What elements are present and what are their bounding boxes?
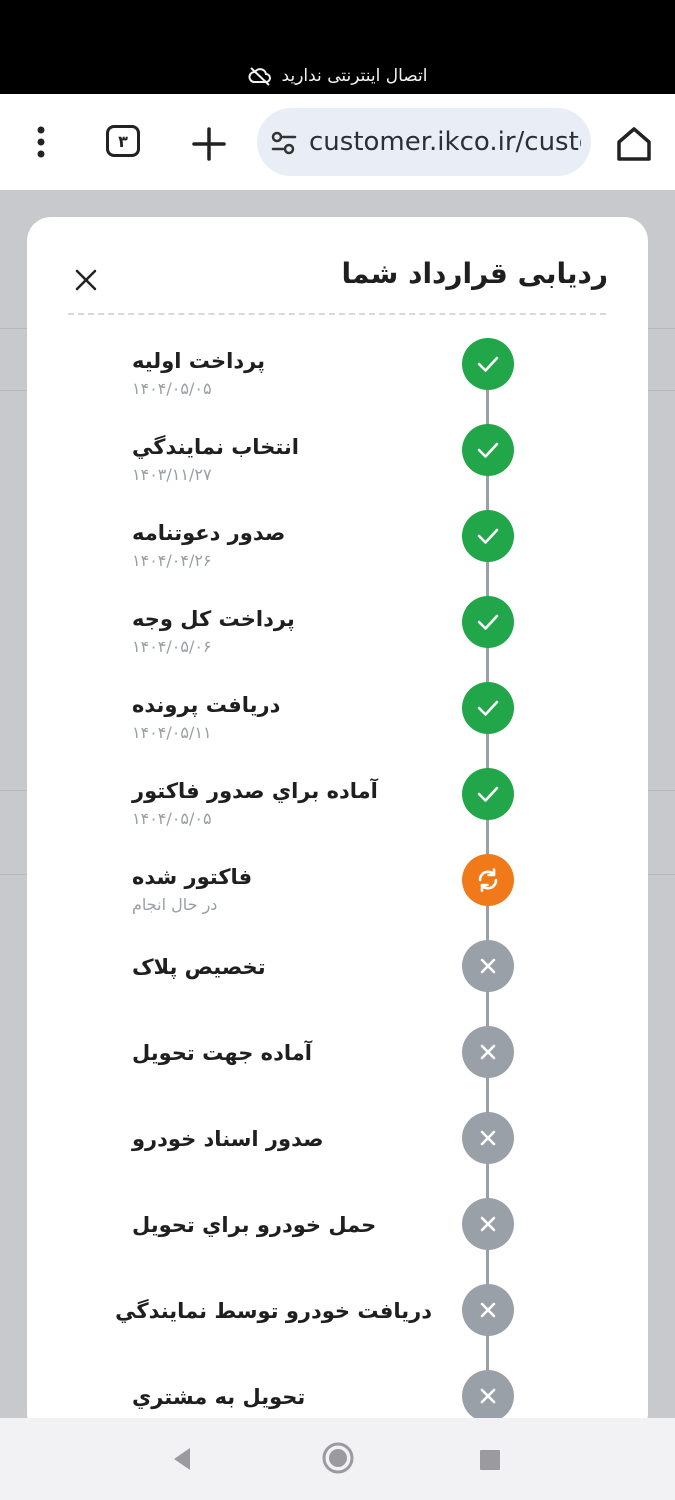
status-text: اتصال اینترنتی ندارید <box>281 66 428 86</box>
step-text: دریافت خودرو توسط نمايندگي <box>115 1294 432 1328</box>
timeline-step: پرداخت اولیه ۱۴۰۴/۰۵/۰۵ <box>27 338 648 424</box>
check-icon <box>477 528 499 544</box>
address-bar[interactable]: customer.ikco.ir/custo <box>257 108 591 176</box>
tab-switcher-button[interactable]: ۳ <box>106 125 140 157</box>
check-icon <box>477 786 499 802</box>
more-menu-button[interactable] <box>30 124 52 160</box>
x-icon <box>480 1044 496 1060</box>
step-status-done <box>462 596 514 648</box>
check-icon <box>477 700 499 716</box>
title-divider <box>68 313 606 315</box>
step-status-pending <box>462 1112 514 1164</box>
timeline-step: فاکتور شده در حال انجام <box>27 854 648 940</box>
step-status-done <box>462 768 514 820</box>
timeline-step: آماده جهت تحويل <box>27 1026 648 1112</box>
x-icon <box>480 1216 496 1232</box>
system-nav-bar <box>0 1418 675 1500</box>
timeline-step: حمل خودرو براي تحويل <box>27 1198 648 1284</box>
step-text: صدور اسناد خودرو <box>132 1122 432 1156</box>
step-date: ۱۴۰۴/۰۵/۰۶ <box>132 637 212 656</box>
step-text: دریافت پرونده ۱۴۰۴/۰۵/۱۱ <box>132 688 432 744</box>
close-button[interactable] <box>73 267 99 293</box>
timeline-step: دریافت خودرو توسط نمايندگي <box>27 1284 648 1370</box>
step-status-pending <box>462 1026 514 1078</box>
step-status-pending <box>462 1370 514 1422</box>
check-icon <box>477 614 499 630</box>
step-title: صدور اسناد خودرو <box>132 1127 324 1151</box>
tab-count: ۳ <box>118 131 128 151</box>
step-title: فاکتور شده <box>132 865 253 889</box>
check-icon <box>477 442 499 458</box>
check-icon <box>477 356 499 372</box>
step-title: آماده براي صدور فاکتور <box>132 779 378 803</box>
step-title: تخصیص پلاک <box>132 955 266 979</box>
url-text[interactable]: customer.ikco.ir/custo <box>309 108 581 176</box>
contract-tracking-modal: ردیابی قرارداد شما پرداخت اولیه ۱۴۰۴/۰۵/۰… <box>27 217 648 1437</box>
home-button[interactable] <box>612 122 656 166</box>
home-icon <box>617 127 651 161</box>
step-date: در حال انجام <box>132 895 218 914</box>
step-date: ۱۴۰۴/۰۵/۱۱ <box>132 723 212 742</box>
step-text: پرداخت کل وجه ۱۴۰۴/۰۵/۰۶ <box>132 602 432 658</box>
step-text: صدور دعوتنامه ۱۴۰۴/۰۴/۲۶ <box>132 516 432 572</box>
step-text: آماده براي صدور فاکتور ۱۴۰۴/۰۵/۰۵ <box>132 774 432 830</box>
step-status-pending <box>462 940 514 992</box>
step-date: ۱۴۰۴/۰۴/۲۶ <box>132 551 212 570</box>
cloud-off-icon <box>248 67 271 86</box>
step-title: دریافت خودرو توسط نمايندگي <box>115 1299 432 1323</box>
timeline-step: تخصیص پلاک <box>27 940 648 1026</box>
step-title: پرداخت اولیه <box>132 349 266 373</box>
recents-icon[interactable] <box>480 1450 500 1470</box>
back-icon[interactable] <box>170 1446 194 1472</box>
x-icon <box>480 1130 496 1146</box>
step-text: تحويل به مشتري <box>132 1380 432 1414</box>
step-status-pending <box>462 1284 514 1336</box>
step-date: ۱۴۰۴/۰۵/۰۵ <box>132 809 212 828</box>
step-text: پرداخت اولیه ۱۴۰۴/۰۵/۰۵ <box>132 344 432 400</box>
close-icon <box>75 269 97 291</box>
step-status-done <box>462 510 514 562</box>
step-date: ۱۴۰۳/۱۱/۲۷ <box>132 465 212 484</box>
step-status-done <box>462 424 514 476</box>
step-title: تحويل به مشتري <box>132 1385 306 1409</box>
timeline-step: دریافت پرونده ۱۴۰۴/۰۵/۱۱ <box>27 682 648 768</box>
browser-toolbar: ۳ customer.ikco.ir/custo <box>0 94 675 190</box>
connection-status: اتصال اینترنتی ندارید <box>0 62 675 90</box>
step-status-done <box>462 338 514 390</box>
step-title: حمل خودرو براي تحويل <box>132 1213 377 1237</box>
step-status-in-progress <box>462 854 514 906</box>
timeline-step: پرداخت کل وجه ۱۴۰۴/۰۵/۰۶ <box>27 596 648 682</box>
step-text: آماده جهت تحويل <box>132 1036 432 1070</box>
timeline-step: آماده براي صدور فاکتور ۱۴۰۴/۰۵/۰۵ <box>27 768 648 854</box>
step-text: انتخاب نمايندگي ۱۴۰۳/۱۱/۲۷ <box>132 430 432 486</box>
sync-icon <box>478 868 498 892</box>
status-bar: اتصال اینترنتی ندارید <box>0 0 675 94</box>
timeline-step: انتخاب نمايندگي ۱۴۰۳/۱۱/۲۷ <box>27 424 648 510</box>
step-text: تخصیص پلاک <box>132 950 432 984</box>
x-icon <box>480 1388 496 1404</box>
x-icon <box>480 958 496 974</box>
site-settings-icon[interactable] <box>269 128 299 158</box>
step-date: ۱۴۰۴/۰۵/۰۵ <box>132 379 212 398</box>
step-text: فاکتور شده در حال انجام <box>132 860 432 916</box>
step-title: صدور دعوتنامه <box>132 521 286 545</box>
step-title: دریافت پرونده <box>132 693 281 717</box>
step-status-done <box>462 682 514 734</box>
step-title: انتخاب نمايندگي <box>132 435 299 459</box>
timeline-step: صدور اسناد خودرو <box>27 1112 648 1198</box>
step-status-pending <box>462 1198 514 1250</box>
more-vert-icon <box>37 126 45 158</box>
step-text: حمل خودرو براي تحويل <box>132 1208 432 1242</box>
new-tab-button[interactable] <box>188 123 230 165</box>
timeline-step: صدور دعوتنامه ۱۴۰۴/۰۴/۲۶ <box>27 510 648 596</box>
plus-icon <box>192 127 226 161</box>
modal-title: ردیابی قرارداد شما <box>341 257 608 290</box>
home-circle-icon[interactable] <box>322 1442 354 1474</box>
step-title: پرداخت کل وجه <box>132 607 295 631</box>
x-icon <box>480 1302 496 1318</box>
step-title: آماده جهت تحويل <box>132 1041 312 1065</box>
